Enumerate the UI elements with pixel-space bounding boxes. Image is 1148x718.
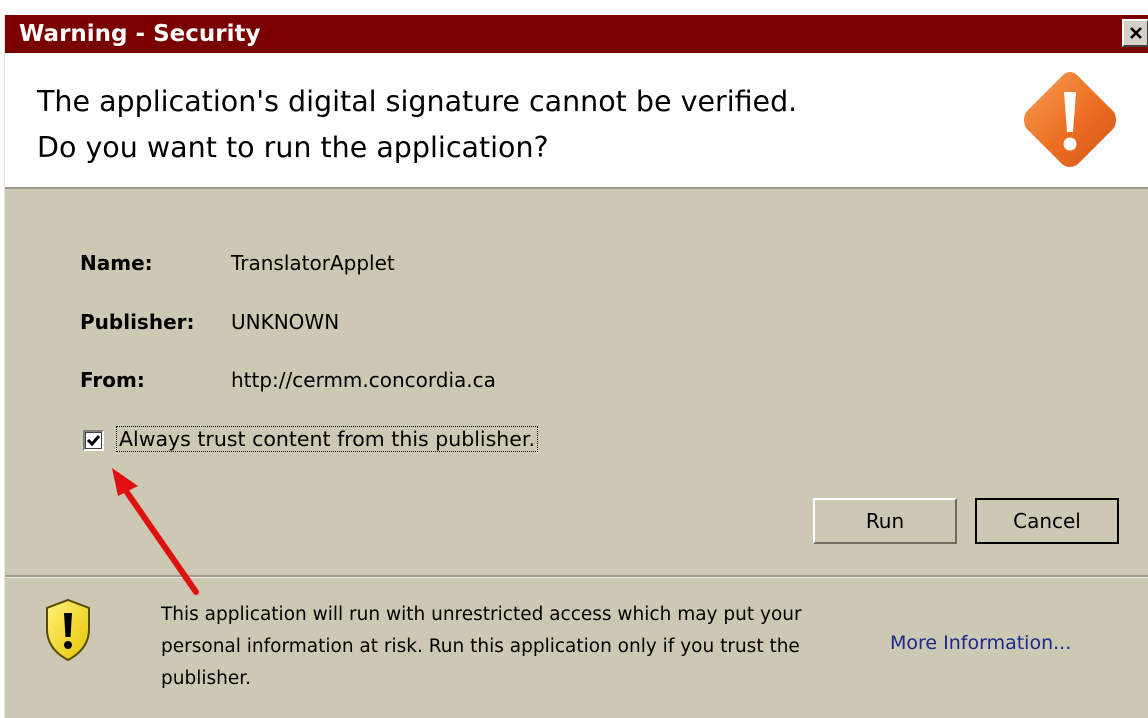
footer-divider-highlight	[5, 577, 1148, 578]
trust-checkbox-label[interactable]: Always trust content from this publisher…	[116, 426, 538, 452]
warning-diamond-icon	[1024, 72, 1116, 167]
run-button[interactable]: Run	[813, 498, 957, 544]
shield-warning-icon	[46, 598, 90, 662]
from-value: http://cermm.concordia.ca	[231, 368, 496, 392]
checkmark-icon	[86, 435, 101, 447]
name-label: Name:	[80, 251, 153, 275]
header-panel: The application's digital signature cann…	[5, 53, 1148, 187]
close-icon	[1129, 27, 1142, 39]
cancel-button[interactable]: Cancel	[975, 498, 1119, 544]
header-message-line1: The application's digital signature cann…	[37, 85, 798, 118]
footer-warning-text: This application will run with unrestric…	[161, 604, 802, 689]
name-value: TranslatorApplet	[231, 251, 395, 275]
more-information-link[interactable]: More Information...	[890, 632, 1071, 654]
title-bar[interactable]: Warning - Security	[5, 15, 1148, 53]
header-message-line2: Do you want to run the application?	[37, 131, 549, 164]
publisher-value: UNKNOWN	[231, 310, 340, 334]
from-label: From:	[80, 368, 145, 392]
trust-checkbox[interactable]	[83, 430, 104, 451]
window-title: Warning - Security	[19, 21, 261, 47]
close-button[interactable]	[1122, 19, 1148, 47]
header-divider	[5, 187, 1148, 189]
publisher-label: Publisher:	[80, 310, 195, 334]
security-warning-dialog: Warning - Security The application's dig…	[4, 15, 1148, 718]
